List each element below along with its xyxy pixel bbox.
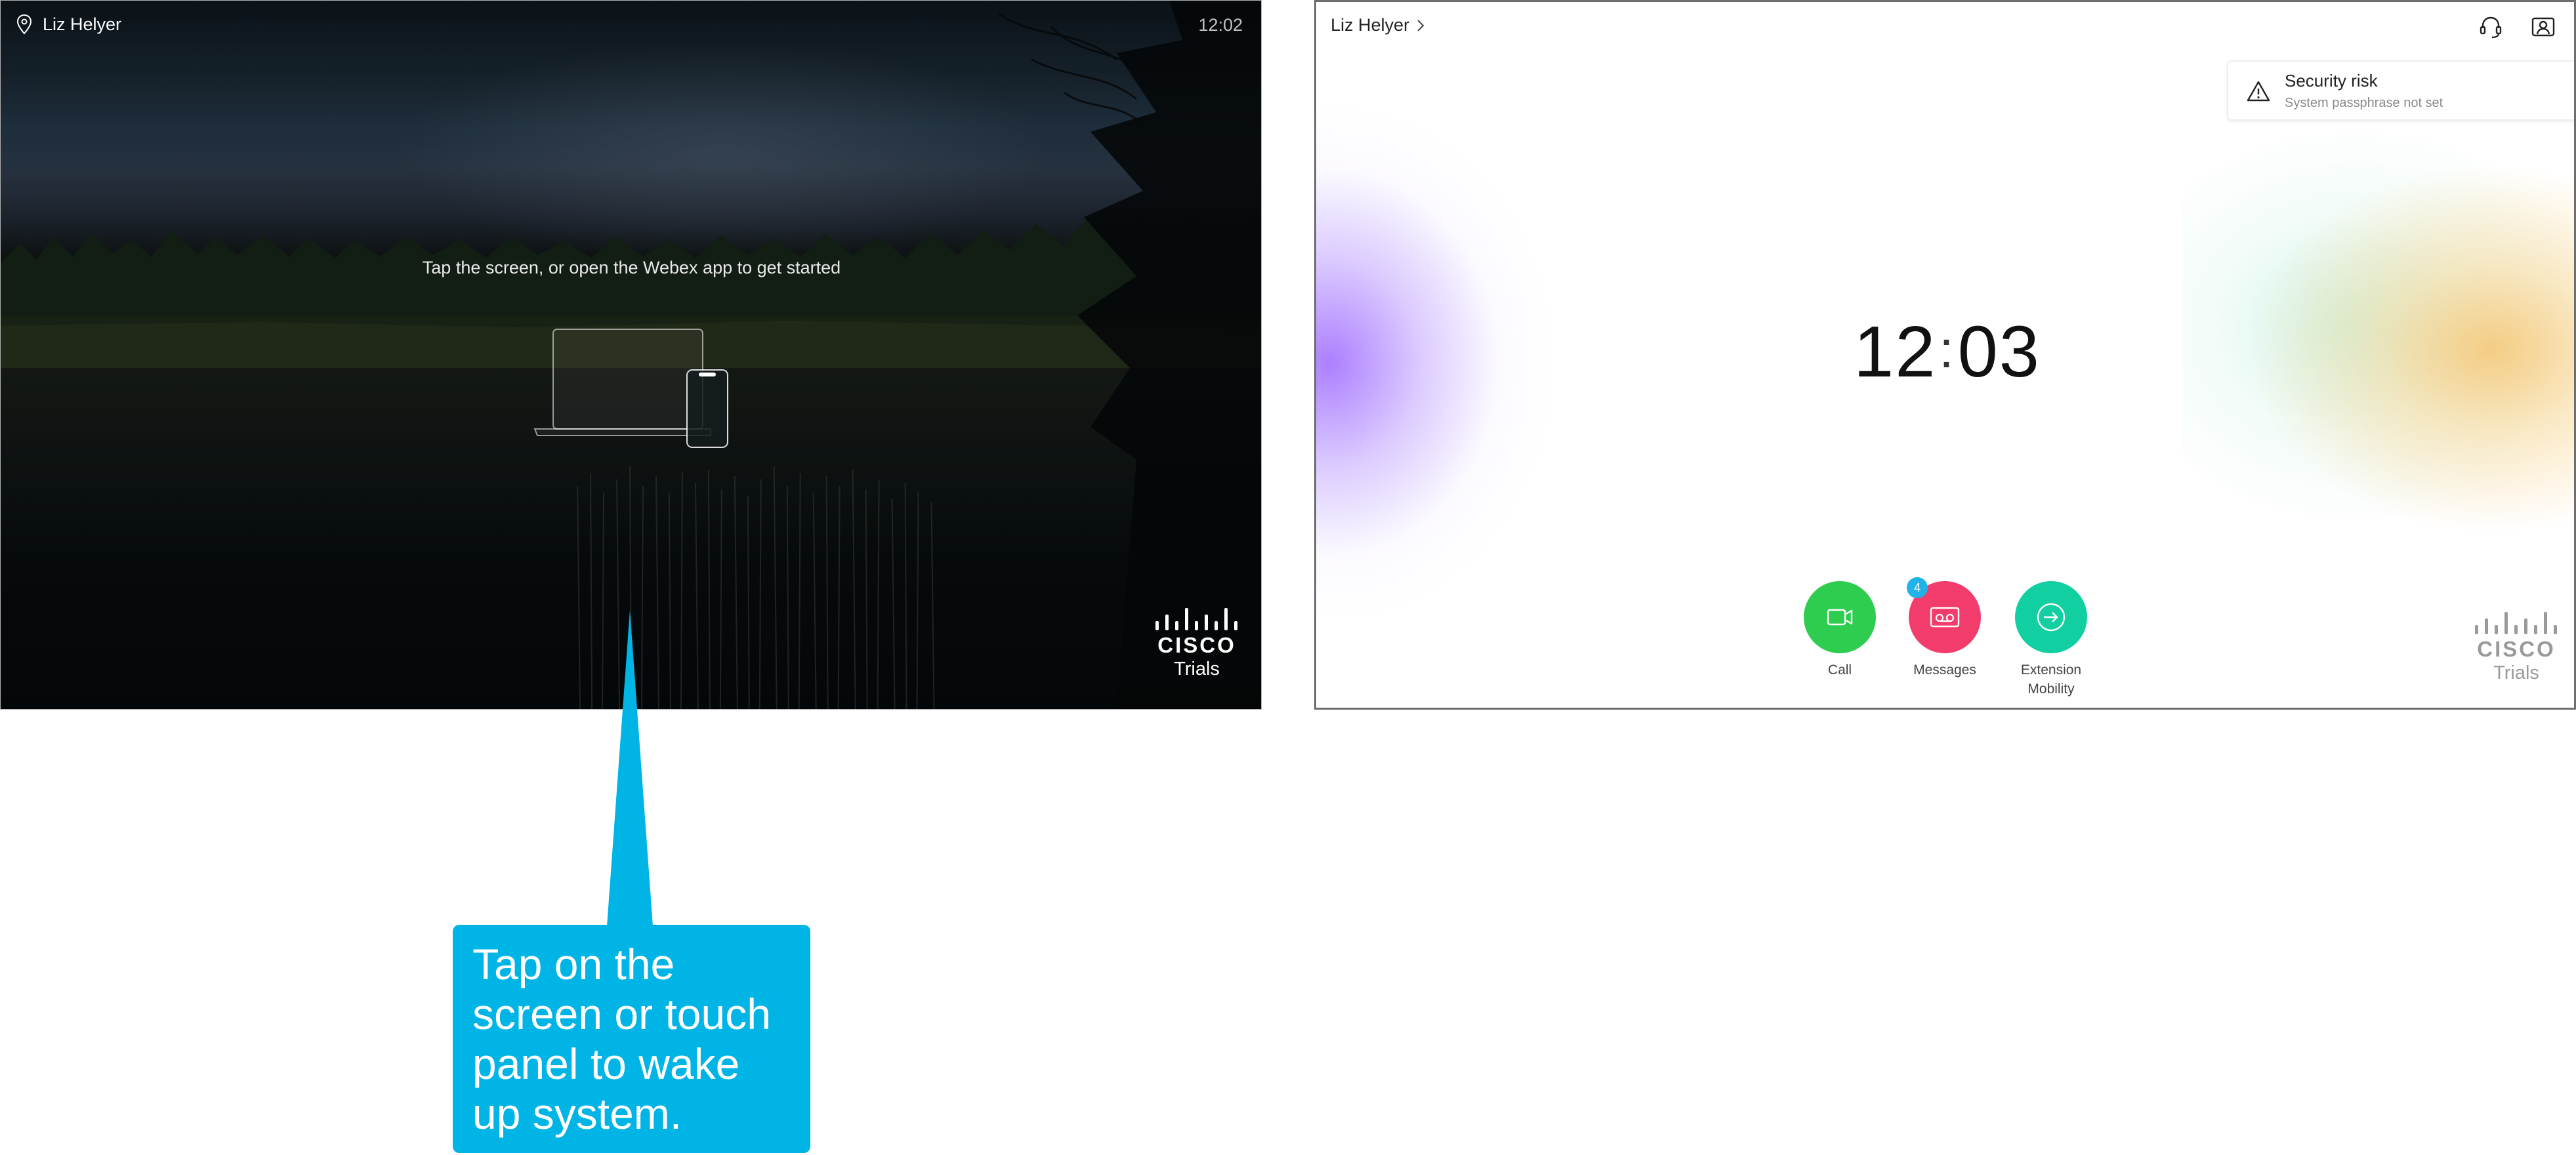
user-name: Liz Helyer	[43, 14, 122, 34]
trials-label: Trials	[1174, 659, 1220, 679]
callout-line-1: Tap on the	[472, 940, 675, 988]
alert-subtitle: System passphrase not set	[2285, 96, 2443, 110]
clock-hours: 12	[1854, 312, 1937, 392]
chevron-right-icon	[1417, 19, 1424, 31]
clock-minutes: 03	[1957, 312, 2041, 392]
laptop-phone-icon	[533, 329, 728, 448]
home-screen: Liz Helyer Security risk System passphra…	[1314, 0, 2576, 710]
extension-mobility-label: Extension Mobility	[1985, 660, 2117, 699]
instruction-callout: Tap on the screen or touch panel to wake…	[453, 925, 810, 1153]
messages-badge: 4	[1907, 577, 1928, 598]
security-alert[interactable]: Security risk System passphrase not set	[2227, 60, 2574, 121]
cisco-logo: CISCO Trials	[1148, 608, 1246, 680]
extension-mobility-button[interactable]	[2015, 581, 2087, 653]
cisco-logo: CISCO Trials	[2467, 612, 2566, 684]
clock-separator: :	[1939, 320, 1955, 378]
warning-icon	[2247, 81, 2270, 102]
alert-title: Security risk	[2285, 71, 2378, 91]
clock: 12:02	[1198, 15, 1243, 35]
callout-line-2: screen or touch	[472, 990, 771, 1038]
wake-prompt: Tap the screen, or open the Webex app to…	[422, 258, 841, 277]
home-clock: 12:03	[1316, 310, 2574, 394]
cisco-bars-icon	[1155, 608, 1237, 630]
user-name: Liz Helyer	[1331, 15, 1410, 35]
headset-icon[interactable]	[2478, 14, 2504, 40]
sign-in-icon	[2015, 581, 2087, 653]
callout-line-3: panel to wake	[472, 1040, 740, 1088]
cisco-wordmark: CISCO	[1157, 633, 1236, 657]
contact-card-icon[interactable]	[2530, 14, 2556, 40]
extension-mobility-label-line1: Extension	[2020, 662, 2082, 678]
user-location: Liz Helyer	[15, 14, 121, 35]
cisco-wordmark: CISCO	[2477, 637, 2556, 661]
video-camera-icon	[1804, 581, 1876, 653]
cisco-bars-icon	[2475, 612, 2557, 634]
call-button[interactable]	[1804, 581, 1876, 653]
trials-label: Trials	[2493, 662, 2539, 683]
location-pin-icon	[16, 14, 32, 35]
callout-line-4: up system.	[472, 1089, 682, 1138]
user-menu[interactable]: Liz Helyer	[1331, 15, 1425, 35]
extension-mobility-label-line2: Mobility	[2027, 681, 2075, 697]
standby-screen[interactable]: Liz Helyer 12:02 Tap the screen, or open…	[0, 0, 1262, 710]
callout-pointer	[607, 610, 653, 926]
